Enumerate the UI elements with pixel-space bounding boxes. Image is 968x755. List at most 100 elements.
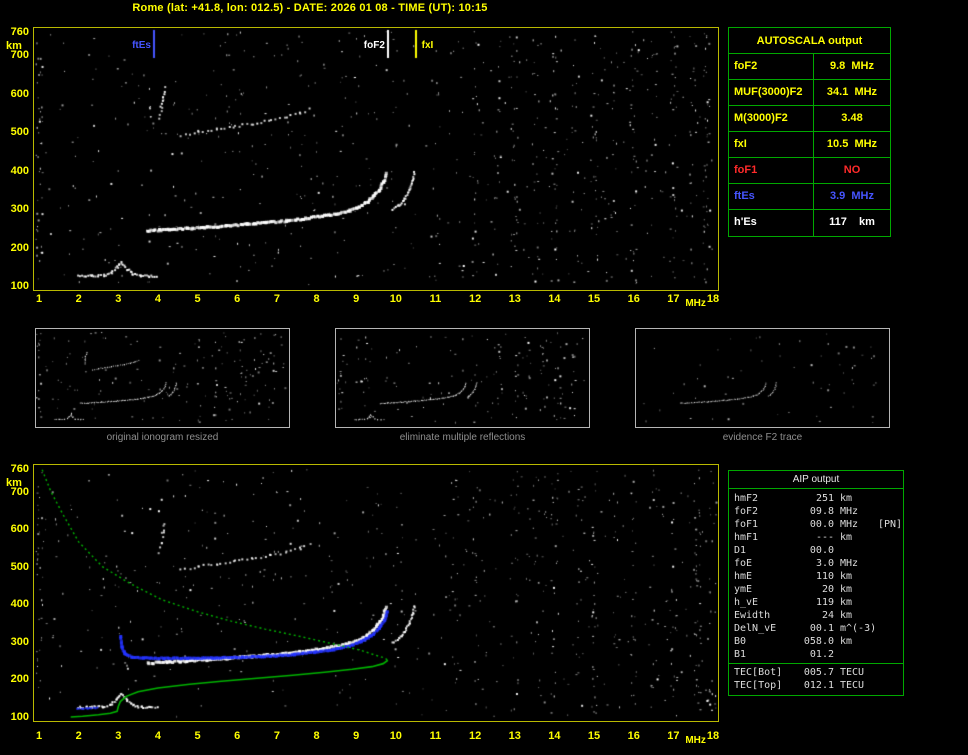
y-tick-label: 500 [11,126,29,138]
x-tick-label: 10 [385,293,407,305]
x-axis-unit-label: MHz [685,735,706,746]
y-tick-label: 200 [11,673,29,685]
aip-param-value: 251 [790,492,834,505]
param-value: 3.9 MHz [814,184,890,209]
thumbnail-f2-trace: evidence F2 trace [635,328,890,443]
aip-param-label: foF1 [729,518,790,531]
aip-row-foe: foE 3.0 MHz [729,557,903,570]
thumbnail-f2-trace-canvas [635,328,890,428]
thumbnail-original-ionogram: original ionogram resized [35,328,290,443]
aip-param-unit: MHz [834,505,878,518]
aip-param-extra: [PN] [878,518,903,531]
aip-param-unit: TECU [834,666,878,679]
aip-param-unit: km [834,570,878,583]
aip-param-value: 110 [790,570,834,583]
aip-param-value: 005.7 [790,666,834,679]
autoscala-row-fof1: foF1 NO [729,158,890,184]
aip-param-value: 00.1 [790,622,834,635]
param-label: MUF(3000)F2 [729,80,814,105]
aip-param-value: 09.8 [790,505,834,518]
y-tick-label: 100 [11,711,29,723]
aip-param-value: 058.0 [790,635,834,648]
autoscala-output-table: AUTOSCALA output foF2 9.8 MHz MUF(3000)F… [728,27,891,237]
autoscala-row-fof2: foF2 9.8 MHz [729,54,890,80]
aip-param-extra [878,622,903,635]
aip-param-extra [878,583,903,596]
x-tick-label: 2 [68,730,90,742]
thumbnail-no-multiples-canvas [335,328,590,428]
x-tick-label: 4 [147,730,169,742]
autoscala-app-window: Rome (lat: +41.8, lon: 012.5) - DATE: 20… [0,0,968,755]
aip-param-extra [878,557,903,570]
y-tick-label: 600 [11,523,29,535]
aip-param-unit: km [834,583,878,596]
aip-param-label: h_vE [729,596,790,609]
x-tick-label: 13 [504,293,526,305]
x-tick-label: 7 [266,293,288,305]
x-tick-label: 4 [147,293,169,305]
x-tick-label: 3 [107,293,129,305]
y-tick-label: 100 [11,280,29,292]
thumbnail-caption: eliminate multiple reflections [335,432,590,443]
station-date-header: Rome (lat: +41.8, lon: 012.5) - DATE: 20… [30,2,590,14]
aip-param-unit [834,544,878,557]
aip-param-unit: km [834,635,878,648]
aip-param-value: 3.0 [790,557,834,570]
aip-param-label: hmF2 [729,492,790,505]
top-plot-x-axis: 123456789101112131415161718MHz [33,293,733,311]
x-tick-label: 8 [306,730,328,742]
y-tick-label: 760 [11,26,29,38]
x-tick-label: 17 [662,293,684,305]
aip-param-value: 00.0 [790,518,834,531]
aip-param-label: TEC[Bot] [729,666,790,679]
bottom-plot-y-axis: 760700600500400300200100km [0,464,31,722]
aip-table-title: AIP output [729,471,903,489]
x-tick-label: 2 [68,293,90,305]
x-tick-label: 15 [583,293,605,305]
aip-row-ewidth: Ewidth 24 km [729,609,903,622]
x-tick-label: 13 [504,730,526,742]
aip-param-extra [878,596,903,609]
marker-label-fof2: foF2 [353,40,385,51]
aip-output-table: AIP output hmF2 251 km foF2 09.8 MHz foF… [728,470,904,696]
aip-param-label: B0 [729,635,790,648]
y-tick-label: 760 [11,463,29,475]
aip-row-b1: B1 01.2 [729,648,903,661]
thumbnail-no-multiples: eliminate multiple reflections [335,328,590,443]
thumbnail-caption: original ionogram resized [35,432,290,443]
y-tick-label: 300 [11,203,29,215]
aip-row-b0: B0 058.0 km [729,635,903,648]
aip-row-fof2: foF2 09.8 MHz [729,505,903,518]
aip-row-hme: hmE 110 km [729,570,903,583]
aip-param-extra [878,648,903,661]
top-ionogram-canvas [34,28,718,290]
aip-param-label: TEC[Top] [729,679,790,692]
bottom-plot-x-axis: 123456789101112131415161718MHz [33,730,733,748]
aip-param-label: foF2 [729,505,790,518]
x-tick-label: 6 [226,293,248,305]
aip-param-extra [878,505,903,518]
aip-param-label: B1 [729,648,790,661]
aip-row-d1: D1 00.0 [729,544,903,557]
y-tick-label: 300 [11,636,29,648]
aip-param-value: 00.0 [790,544,834,557]
aip-param-label: hmE [729,570,790,583]
top-ionogram-plot: ftEsfoF2fxI [33,27,719,291]
y-tick-label: 200 [11,242,29,254]
x-tick-label: 9 [345,730,367,742]
param-label: ftEs [729,184,814,209]
aip-param-label: foE [729,557,790,570]
x-tick-label: 5 [187,730,209,742]
tec-separator [729,663,903,664]
aip-row-hmf2: hmF2 251 km [729,492,903,505]
param-value: 3.48 [814,106,890,131]
autoscala-row-fxi: fxI 10.5 MHz [729,132,890,158]
y-tick-label: 500 [11,561,29,573]
y-tick-label: 600 [11,88,29,100]
aip-param-extra [878,531,903,544]
aip-param-extra [878,635,903,648]
aip-param-unit: km [834,596,878,609]
x-tick-label: 11 [424,730,446,742]
x-tick-label: 8 [306,293,328,305]
x-tick-label: 12 [464,293,486,305]
